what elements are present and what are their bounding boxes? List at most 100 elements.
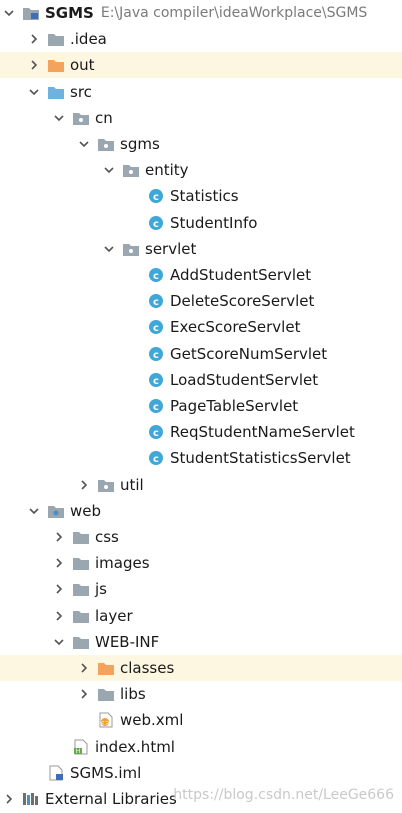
- tree-node-index-html[interactable]: Hindex.html: [0, 734, 402, 760]
- tree-node-label: SGMS.iml: [70, 763, 142, 782]
- chevron-down-icon[interactable]: [27, 504, 41, 518]
- tree-node-out[interactable]: out: [0, 52, 402, 79]
- tree-node-label: DeleteScoreServlet: [170, 292, 315, 311]
- tree-node-src[interactable]: src: [0, 79, 402, 105]
- tree-node-label: Statistics: [170, 187, 239, 206]
- chevron-right-icon[interactable]: [52, 582, 66, 596]
- package-icon: [72, 110, 90, 126]
- tree-node-reqstudentnameservlet[interactable]: c ReqStudentNameServlet: [0, 419, 402, 445]
- tree-node-pagetableservlet[interactable]: c PageTableServlet: [0, 393, 402, 419]
- project-tree: SGMS E:\Java compiler\ideaWorkplace\SGMS …: [0, 0, 402, 813]
- class-icon: c: [147, 215, 165, 231]
- class-icon: c: [147, 450, 165, 466]
- watermark: https://blog.csdn.net/LeeGe666: [173, 787, 394, 803]
- folder-orange-icon: [47, 57, 65, 73]
- folder-web-icon: [47, 503, 65, 519]
- tree-node-execscoreservlet[interactable]: c ExecScoreServlet: [0, 314, 402, 340]
- tree-node-web-inf[interactable]: WEB-INF: [0, 629, 402, 655]
- package-icon: [97, 477, 115, 493]
- svg-text:c: c: [153, 271, 159, 282]
- tree-node-sgms[interactable]: SGMS E:\Java compiler\ideaWorkplace\SGMS: [0, 0, 402, 26]
- chevron-down-icon[interactable]: [102, 163, 116, 177]
- tree-node-util[interactable]: util: [0, 472, 402, 498]
- tree-node-idea[interactable]: .idea: [0, 26, 402, 52]
- class-icon: c: [147, 267, 165, 283]
- chevron-down-icon[interactable]: [102, 242, 116, 256]
- tree-node-studentinfo[interactable]: c StudentInfo: [0, 210, 402, 236]
- tree-node-label: sgms: [120, 135, 160, 153]
- tree-node-cn[interactable]: cn: [0, 105, 402, 131]
- class-icon: c: [147, 424, 165, 440]
- tree-node-label: web.xml: [120, 711, 184, 730]
- tree-node-label: WEB-INF: [95, 632, 160, 651]
- svg-text:c: c: [153, 350, 159, 361]
- svg-text:c: c: [153, 297, 159, 308]
- tree-node-css[interactable]: css: [0, 524, 402, 550]
- project-path: E:\Java compiler\ideaWorkplace\SGMS: [100, 5, 368, 21]
- chevron-right-icon[interactable]: [52, 530, 66, 544]
- tree-node-label: StudentInfo: [170, 213, 258, 232]
- folder-icon: [47, 31, 65, 47]
- tree-node-layer[interactable]: layer: [0, 603, 402, 629]
- chevron-right-icon[interactable]: [77, 661, 91, 675]
- svg-text:c: c: [153, 323, 159, 334]
- chevron-down-icon[interactable]: [52, 635, 66, 649]
- tree-node-sgms[interactable]: sgms: [0, 131, 402, 157]
- chevron-down-icon[interactable]: [77, 137, 91, 151]
- tree-node-classes[interactable]: classes: [0, 655, 402, 681]
- tree-node-libs[interactable]: libs: [0, 681, 402, 707]
- tree-node-statistics[interactable]: c Statistics: [0, 183, 402, 209]
- tree-node-js[interactable]: js: [0, 576, 402, 602]
- chevron-right-icon[interactable]: [77, 687, 91, 701]
- tree-node-images[interactable]: images: [0, 550, 402, 576]
- chevron-down-icon[interactable]: [2, 6, 16, 20]
- tree-node-sgms-iml[interactable]: SGMS.iml: [0, 760, 402, 786]
- class-icon: c: [147, 293, 165, 309]
- class-icon: c: [147, 372, 165, 388]
- tree-node-label: libs: [120, 685, 146, 704]
- tree-node-loadstudentservlet[interactable]: c LoadStudentServlet: [0, 367, 402, 393]
- tree-node-entity[interactable]: entity: [0, 157, 402, 183]
- tree-node-studentstatisticsservlet[interactable]: c StudentStatisticsServlet: [0, 445, 402, 471]
- tree-node-label: AddStudentServlet: [170, 266, 312, 284]
- tree-node-label: PageTableServlet: [170, 397, 299, 415]
- tree-node-deletescoreservlet[interactable]: c DeleteScoreServlet: [0, 288, 402, 314]
- svg-text:c: c: [153, 454, 159, 465]
- chevron-right-icon[interactable]: [27, 58, 41, 72]
- tree-node-label: servlet: [145, 239, 197, 258]
- tree-node-label: GetScoreNumServlet: [170, 344, 328, 363]
- tree-node-getscorenumservlet[interactable]: c GetScoreNumServlet: [0, 341, 402, 367]
- package-icon: [122, 241, 140, 257]
- class-icon: c: [147, 188, 165, 204]
- svg-text:c: c: [153, 192, 159, 203]
- tree-node-web-xml[interactable]: <> web.xml: [0, 707, 402, 733]
- chevron-right-icon[interactable]: [27, 32, 41, 46]
- tree-node-label: index.html: [95, 737, 175, 756]
- svg-text:c: c: [153, 428, 159, 439]
- class-icon: c: [147, 319, 165, 335]
- package-icon: [122, 162, 140, 178]
- svg-text:H: H: [76, 748, 81, 755]
- tree-node-label: ExecScoreServlet: [170, 318, 301, 337]
- folder-orange-icon: [97, 660, 115, 676]
- folder-icon: [72, 634, 90, 650]
- tree-node-servlet[interactable]: servlet: [0, 236, 402, 262]
- package-icon: [97, 136, 115, 152]
- chevron-right-icon[interactable]: [77, 478, 91, 492]
- folder-source-icon: [47, 84, 65, 100]
- tree-node-label: StudentStatisticsServlet: [170, 449, 351, 468]
- chevron-down-icon[interactable]: [52, 111, 66, 125]
- tree-node-label: layer: [95, 606, 133, 625]
- chevron-down-icon[interactable]: [27, 85, 41, 99]
- tree-node-label: entity: [145, 161, 189, 180]
- tree-node-web[interactable]: web: [0, 498, 402, 524]
- chevron-right-icon[interactable]: [52, 556, 66, 570]
- class-icon: c: [147, 398, 165, 414]
- chevron-right-icon[interactable]: [2, 792, 16, 806]
- tree-node-addstudentservlet[interactable]: c AddStudentServlet: [0, 262, 402, 288]
- chevron-right-icon[interactable]: [52, 609, 66, 623]
- tree-node-label: SGMS: [45, 4, 94, 22]
- class-icon: c: [147, 346, 165, 362]
- tree-node-label: util: [120, 475, 144, 494]
- tree-node-label: LoadStudentServlet: [170, 370, 319, 389]
